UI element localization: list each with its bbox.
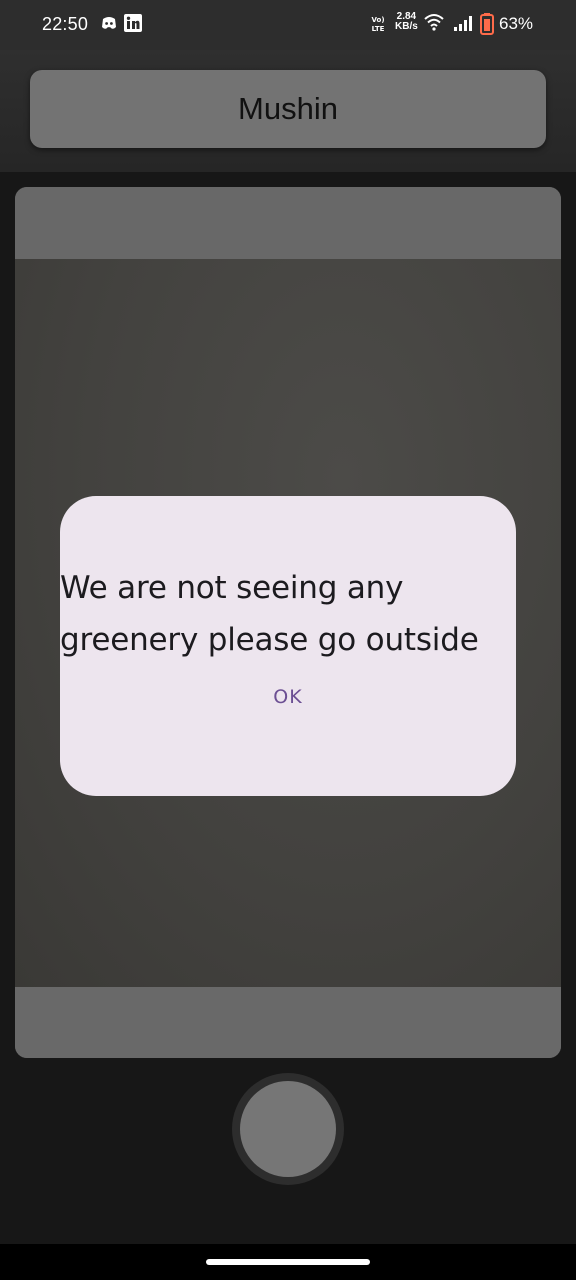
title-card: Mushin <box>30 70 546 148</box>
status-bar: 22:50 Vo) LTE 2.84 KB/s 63% <box>0 0 576 50</box>
svg-text:Vo): Vo) <box>371 16 384 24</box>
signal-icon <box>453 15 473 36</box>
camera-top-bar <box>15 187 561 259</box>
ok-button[interactable]: OK <box>258 686 318 710</box>
linkedin-icon <box>124 14 142 37</box>
battery-percent: 63% <box>499 14 534 33</box>
alert-dialog: We are not seeing any greenery please go… <box>60 496 516 796</box>
network-speed-unit: KB/s <box>395 21 418 32</box>
wifi-icon <box>424 13 444 36</box>
app-header: Mushin <box>0 50 576 172</box>
network-speed: 2.84 KB/s <box>395 12 418 32</box>
home-indicator[interactable] <box>206 1259 370 1265</box>
battery-icon <box>480 13 494 40</box>
navigation-bar <box>0 1244 576 1280</box>
volte-icon: Vo) LTE <box>369 15 387 38</box>
capture-button-inner[interactable] <box>240 1081 336 1177</box>
app-title: Mushin <box>238 91 338 126</box>
dialog-message: We are not seeing any greenery please go… <box>60 570 479 658</box>
discord-icon <box>100 14 118 37</box>
camera-bottom-bar <box>15 987 561 1058</box>
svg-text:LTE: LTE <box>372 25 385 33</box>
capture-button[interactable] <box>232 1073 344 1185</box>
status-time: 22:50 <box>42 14 89 34</box>
